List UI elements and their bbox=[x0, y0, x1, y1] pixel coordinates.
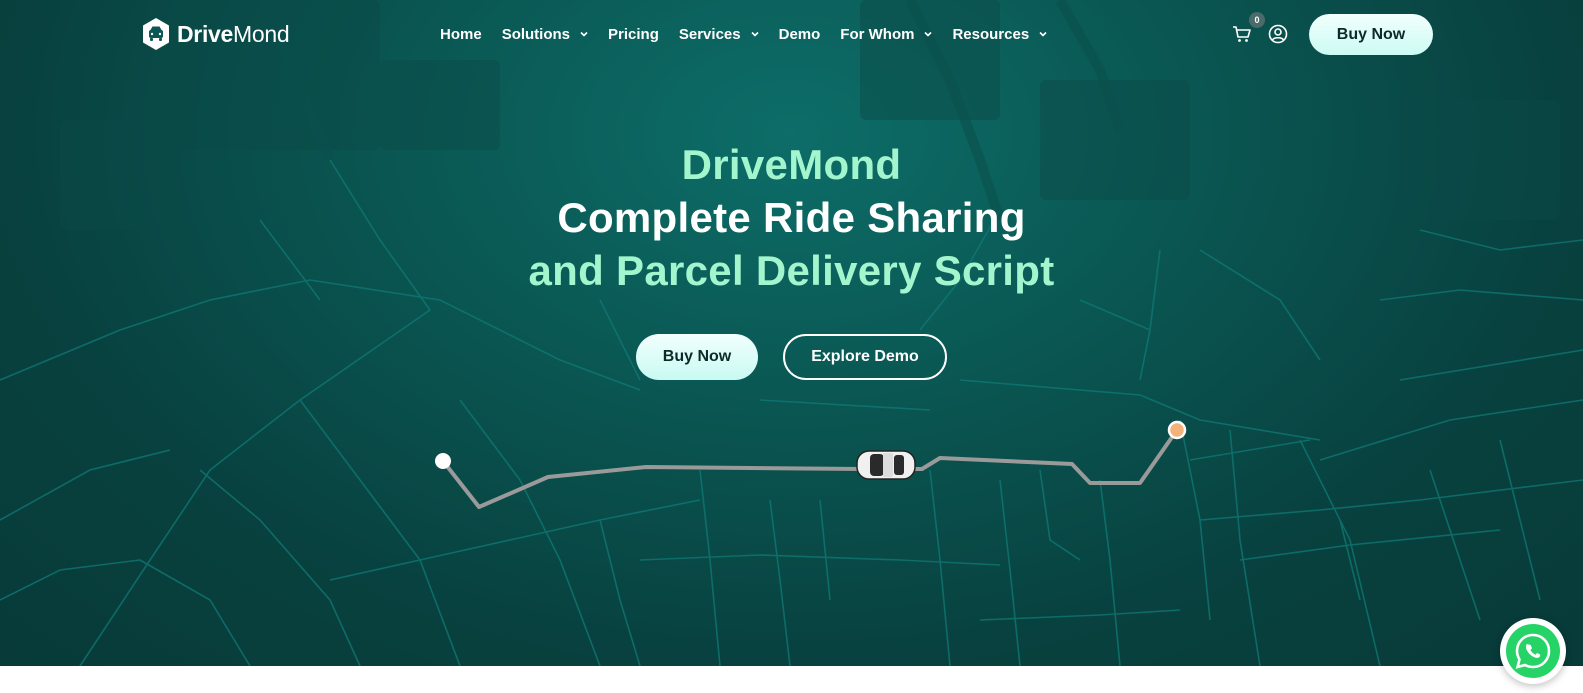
route-line bbox=[441, 428, 1179, 509]
nav-item-services[interactable]: Services bbox=[679, 26, 759, 43]
destination-point-icon bbox=[1167, 420, 1187, 440]
whatsapp-chat-button[interactable] bbox=[1500, 618, 1566, 684]
main-nav: Home Solutions Pricing Services Demo For… bbox=[440, 22, 1067, 46]
chevron-down-icon bbox=[580, 31, 588, 37]
chevron-down-icon bbox=[751, 31, 759, 37]
whatsapp-icon bbox=[1506, 624, 1560, 678]
nav-item-label: Resources bbox=[952, 25, 1030, 43]
cart-icon[interactable] bbox=[1232, 24, 1252, 44]
hero-title-brand: DriveMond bbox=[681, 141, 902, 188]
car-icon bbox=[856, 450, 916, 480]
brand-name-bold: Drive bbox=[177, 20, 234, 47]
nav-item-label: Home bbox=[440, 25, 482, 43]
nav-item-resources[interactable]: Resources bbox=[952, 26, 1047, 43]
brand-logo[interactable]: Drive Mond bbox=[141, 17, 290, 51]
brand-name: Drive Mond bbox=[177, 20, 290, 48]
hero-section: Drive Mond Home Solutions Pricing Service… bbox=[0, 0, 1583, 666]
map-background bbox=[0, 0, 1583, 666]
nav-item-solutions[interactable]: Solutions bbox=[502, 26, 588, 43]
nav-item-label: Solutions bbox=[501, 25, 571, 43]
nav-item-label: Pricing bbox=[608, 25, 659, 43]
explore-demo-button[interactable]: Explore Demo bbox=[783, 334, 947, 380]
hero-title-line-2-text: Complete Ride Sharing bbox=[557, 194, 1026, 241]
user-circle-icon[interactable] bbox=[1268, 24, 1288, 44]
brand-name-light: Mond bbox=[233, 20, 290, 47]
nav-item-label: Services bbox=[678, 25, 741, 43]
header-buy-now-button[interactable]: Buy Now bbox=[1309, 14, 1433, 55]
nav-item-for-whom[interactable]: For Whom bbox=[840, 25, 933, 43]
nav-item-home[interactable]: Home bbox=[440, 26, 482, 43]
start-point-icon bbox=[435, 453, 451, 469]
nav-item-pricing[interactable]: Pricing bbox=[608, 26, 659, 43]
nav-item-label: Demo bbox=[778, 25, 821, 43]
hero-buy-now-button[interactable]: Buy Now bbox=[636, 334, 758, 380]
car-hexagon-icon bbox=[143, 18, 169, 50]
nav-item-label: For Whom bbox=[840, 25, 915, 43]
hero-headline: DriveMond Complete Ride Sharing and Parc… bbox=[0, 138, 1583, 297]
chevron-down-icon bbox=[1039, 31, 1047, 37]
chevron-down-icon bbox=[924, 31, 933, 37]
cart-count-badge: 0 bbox=[1249, 12, 1265, 28]
top-navbar: Drive Mond Home Solutions Pricing Service… bbox=[0, 0, 1583, 70]
nav-item-demo[interactable]: Demo bbox=[779, 26, 821, 43]
hero-title-line-2: Complete Ride Sharing bbox=[549, 191, 1040, 252]
hero-title-line-3: and Parcel Delivery Script bbox=[528, 247, 1055, 294]
